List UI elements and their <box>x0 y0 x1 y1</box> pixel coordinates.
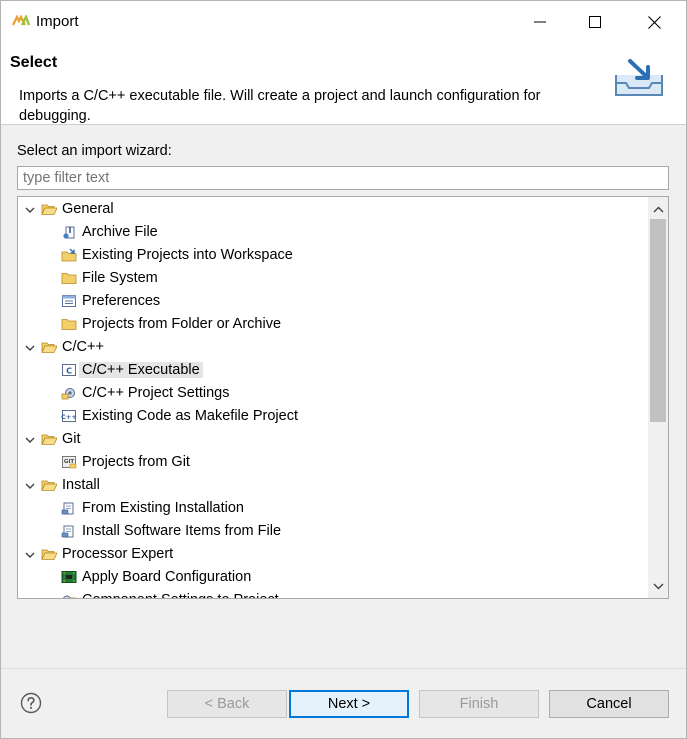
maximize-button[interactable] <box>566 1 624 43</box>
vertical-scrollbar[interactable] <box>648 197 668 598</box>
preferences-icon <box>62 295 76 307</box>
footer-divider <box>1 668 686 669</box>
tree-item-label: C/C++ Executable <box>79 362 203 378</box>
tree-item-label: Install <box>62 477 100 493</box>
project-settings-icon <box>61 388 75 400</box>
install-icon <box>61 525 74 538</box>
svg-text:C++: C++ <box>61 413 77 421</box>
wizard-tree[interactable]: General Archive File Existing Projects int… <box>17 196 669 599</box>
chevron-down-icon <box>653 583 663 589</box>
page-description: Imports a C/C++ executable file. Will cr… <box>19 88 541 124</box>
folder-open-icon <box>41 480 57 491</box>
finish-button[interactable]: Finish <box>419 690 539 718</box>
c-executable-icon: C <box>62 364 76 376</box>
filter-input[interactable] <box>17 166 669 190</box>
tree-item-label: From Existing Installation <box>82 500 244 516</box>
tree-item-label: Existing Code as Makefile Project <box>82 408 298 424</box>
tree-item-apply-board-configuration[interactable]: Apply Board Configuration <box>18 566 646 589</box>
folder-icon <box>61 273 77 284</box>
folder-icon <box>61 319 77 330</box>
folder-open-icon <box>41 434 57 445</box>
tree-item-label: Existing Projects into Workspace <box>82 247 293 263</box>
tree-item-label: File System <box>82 270 158 286</box>
tree-item-existing-code-as-makefile-project[interactable]: C++ Existing Code as Makefile Project <box>18 405 646 428</box>
title-bar: Import <box>1 1 686 43</box>
tree-category-c-c[interactable]: C/C++ <box>18 336 646 359</box>
tree-item-label: Component Settings to Project <box>82 592 279 598</box>
tree-category-general[interactable]: General <box>18 198 646 221</box>
help-icon[interactable] <box>20 692 42 714</box>
window-title: Import <box>36 13 79 30</box>
minimize-button[interactable] <box>511 1 569 43</box>
archive-file-icon <box>63 226 75 239</box>
maximize-icon <box>589 16 601 28</box>
tree-item-projects-from-git[interactable]: GIT Projects from Git <box>18 451 646 474</box>
tree-item-archive-file[interactable]: Archive File <box>18 221 646 244</box>
app-logo-icon <box>12 15 30 26</box>
import-wizard-banner-icon <box>615 59 663 96</box>
tree-item-label: Archive File <box>82 224 158 240</box>
tree-item-c-c-executable[interactable]: C C/C++ Executable <box>18 359 646 382</box>
tree-item-preferences[interactable]: Preferences <box>18 290 646 313</box>
next-button[interactable]: Next > <box>289 690 409 718</box>
tree-item-from-existing-installation[interactable]: From Existing Installation <box>18 497 646 520</box>
chevron-down-icon[interactable] <box>24 549 36 561</box>
back-button[interactable]: < Back <box>167 690 287 718</box>
tree-item-label: Install Software Items from File <box>82 523 282 539</box>
tree-item-file-system[interactable]: File System <box>18 267 646 290</box>
scroll-up-button[interactable] <box>648 199 668 219</box>
svg-text:C: C <box>66 367 72 376</box>
wizard-banner: Select Imports a C/C++ executable file. … <box>1 43 686 125</box>
cancel-button[interactable]: Cancel <box>549 690 669 718</box>
chevron-up-icon <box>653 206 663 212</box>
tree-item-label: C/C++ <box>62 339 104 355</box>
scroll-down-button[interactable] <box>648 576 668 596</box>
tree-item-label: C/C++ Project Settings <box>82 385 230 401</box>
wizard-list-label: Select an import wizard: <box>17 143 172 159</box>
chevron-down-icon[interactable] <box>24 434 36 446</box>
tree-item-component-settings-to-project[interactable]: Component Settings to Project <box>18 589 646 598</box>
chevron-down-icon[interactable] <box>24 204 36 216</box>
close-icon <box>647 15 661 29</box>
folder-open-icon <box>41 204 57 215</box>
folder-open-icon <box>41 342 57 353</box>
existing-projects-icon <box>61 248 77 262</box>
tree-category-install[interactable]: Install <box>18 474 646 497</box>
tree-item-label: Preferences <box>82 293 161 309</box>
tree-item-existing-projects-into-workspace[interactable]: Existing Projects into Workspace <box>18 244 646 267</box>
tree-item-label: Projects from Git <box>82 454 190 470</box>
makefile-project-icon: C++ <box>61 410 77 422</box>
install-icon <box>61 502 74 515</box>
page-title: Select <box>10 54 58 71</box>
tree-category-git[interactable]: Git <box>18 428 646 451</box>
chevron-down-icon[interactable] <box>24 480 36 492</box>
tree-item-c-c-project-settings[interactable]: C/C++ Project Settings <box>18 382 646 405</box>
tree-item-label: General <box>62 201 114 217</box>
component-settings-icon <box>62 595 77 598</box>
tree-item-label: Git <box>62 431 81 447</box>
chevron-down-icon[interactable] <box>24 342 36 354</box>
tree-item-projects-from-folder-or-archive[interactable]: Projects from Folder or Archive <box>18 313 646 336</box>
scroll-thumb[interactable] <box>650 219 666 422</box>
import-dialog: Import Select Imports a C/C++ executable… <box>0 0 687 739</box>
board-icon <box>61 571 77 583</box>
tree-category-processor-expert[interactable]: Processor Expert <box>18 543 646 566</box>
folder-open-icon <box>41 549 57 560</box>
tree-item-label: Apply Board Configuration <box>82 569 252 585</box>
minimize-icon <box>534 21 546 23</box>
tree-item-install-software-items-from-file[interactable]: Install Software Items from File <box>18 520 646 543</box>
close-button[interactable] <box>625 1 683 43</box>
git-icon: GIT <box>62 456 77 469</box>
tree-item-label: Processor Expert <box>62 546 174 562</box>
tree-item-label: Projects from Folder or Archive <box>82 316 282 332</box>
